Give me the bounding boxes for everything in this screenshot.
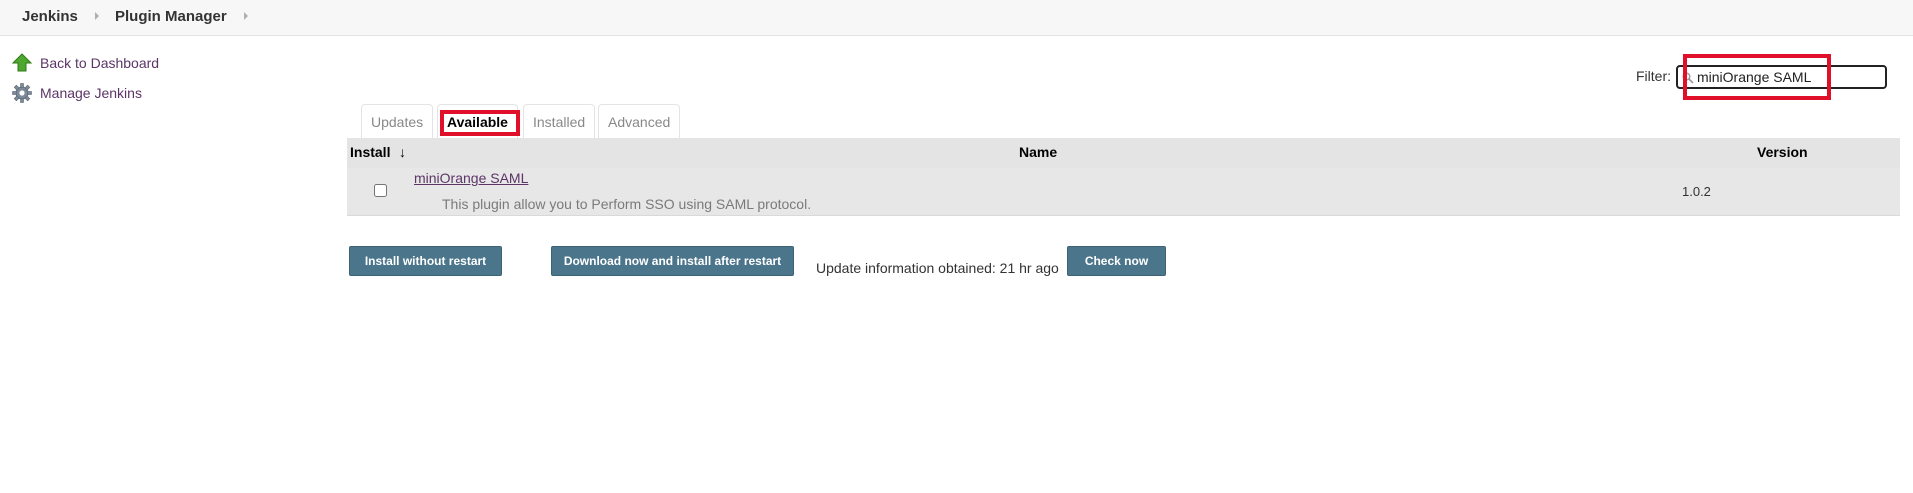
search-icon bbox=[1682, 71, 1694, 84]
breadcrumb-jenkins[interactable]: Jenkins bbox=[22, 8, 78, 25]
plugin-version: 1.0.2 bbox=[1682, 184, 1711, 199]
column-header-install[interactable]: Install bbox=[350, 144, 390, 160]
tab-updates[interactable]: Updates bbox=[361, 104, 434, 138]
side-item-label: Back to Dashboard bbox=[40, 55, 160, 71]
breadcrumb-separator-icon bbox=[244, 12, 248, 20]
column-header-version[interactable]: Version bbox=[1757, 144, 1808, 160]
breadcrumb-separator-icon bbox=[95, 12, 99, 20]
plugin-description: This plugin allow you to Perform SSO usi… bbox=[442, 196, 812, 212]
side-item-label: Manage Jenkins bbox=[40, 85, 142, 101]
breadcrumb-plugin-manager[interactable]: Plugin Manager bbox=[115, 8, 227, 25]
filter-label: Filter: bbox=[1636, 68, 1671, 84]
filter-input[interactable] bbox=[1697, 69, 1867, 85]
download-install-after-restart-button[interactable]: Download now and install after restart bbox=[551, 246, 794, 276]
tab-advanced[interactable]: Advanced bbox=[598, 104, 681, 138]
filter-field[interactable] bbox=[1676, 65, 1887, 89]
column-header-name[interactable]: Name bbox=[1019, 144, 1057, 160]
table-row: miniOrange SAML This plugin allow you to… bbox=[347, 168, 1900, 216]
update-info-text: Update information obtained: 21 hr ago bbox=[816, 260, 1059, 276]
gear-icon bbox=[12, 83, 32, 103]
tab-available[interactable]: Available bbox=[437, 104, 518, 138]
tab-installed[interactable]: Installed bbox=[523, 104, 596, 138]
install-checkbox[interactable] bbox=[374, 184, 387, 197]
up-arrow-icon bbox=[11, 53, 33, 73]
check-now-button[interactable]: Check now bbox=[1067, 246, 1166, 276]
breadcrumb: Jenkins Plugin Manager bbox=[0, 0, 1913, 36]
install-without-restart-button[interactable]: Install without restart bbox=[349, 246, 502, 276]
side-item-back-to-dashboard[interactable]: Back to Dashboard bbox=[11, 52, 160, 74]
table-header: Install ↓ Name Version bbox=[347, 138, 1900, 168]
plugin-name-link[interactable]: miniOrange SAML bbox=[414, 170, 528, 186]
sort-down-arrow-icon: ↓ bbox=[399, 144, 406, 160]
side-item-manage-jenkins[interactable]: Manage Jenkins bbox=[12, 82, 142, 104]
